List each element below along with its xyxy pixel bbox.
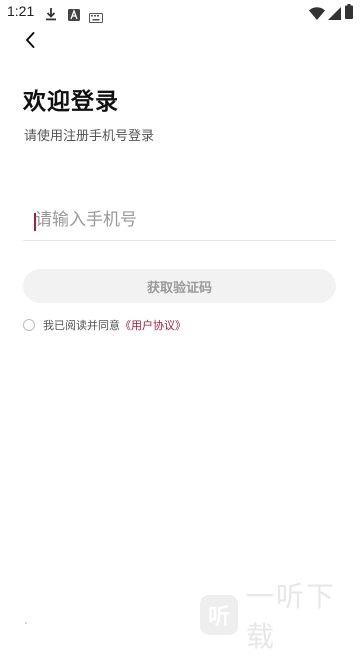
app-a-icon	[68, 6, 80, 25]
battery-icon	[345, 4, 353, 23]
status-bar: 1:21	[0, 0, 360, 26]
back-button[interactable]	[16, 28, 44, 56]
wifi-icon	[309, 5, 325, 24]
agree-checkbox[interactable]	[23, 319, 35, 331]
agree-text: 我已阅读并同意	[43, 319, 120, 332]
phone-field	[23, 200, 336, 241]
keyboard-icon	[89, 8, 103, 27]
watermark-text: 一听下载	[246, 580, 337, 653]
page-title: 欢迎登录	[23, 89, 119, 115]
download-icon	[45, 6, 57, 25]
watermark: 听 一听下载	[200, 580, 360, 653]
watermark-logo-icon: 听	[200, 595, 238, 635]
signal-icon	[328, 5, 341, 24]
user-agreement-link[interactable]: 《用户协议》	[120, 317, 186, 333]
chevron-left-icon	[24, 31, 36, 53]
status-time: 1:21	[7, 3, 35, 19]
agreement-row: 我已阅读并同意 《用户协议》	[23, 317, 186, 333]
get-code-button[interactable]: 获取验证码	[23, 269, 336, 303]
decorative-dot	[25, 622, 27, 624]
page-subtitle: 请使用注册手机号登录	[24, 129, 155, 144]
phone-input[interactable]	[35, 206, 325, 234]
